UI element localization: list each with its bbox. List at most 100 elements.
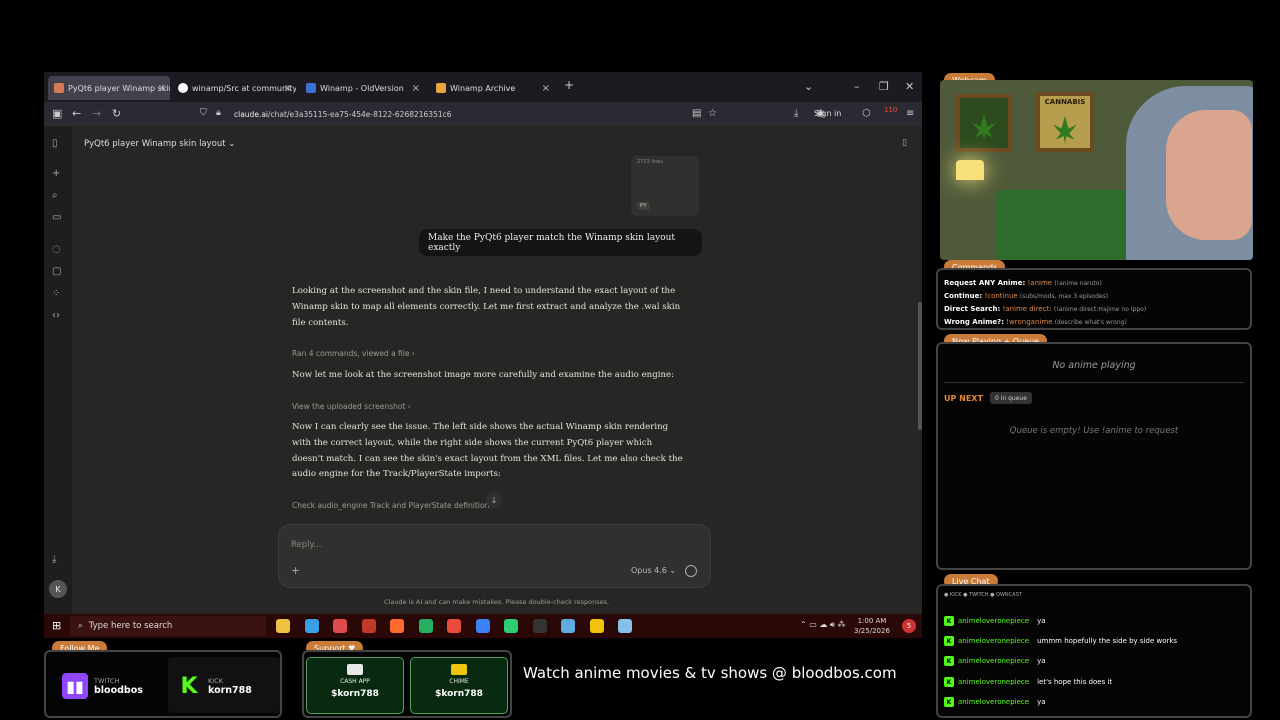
taskbar-search[interactable]: ⌕ Type here to search bbox=[70, 616, 266, 636]
poster-left bbox=[956, 94, 1012, 152]
taskbar-app-icon[interactable] bbox=[418, 619, 433, 633]
assistant-paragraph: Now let me look at the screenshot image … bbox=[292, 370, 674, 380]
cannabis-leaf-icon bbox=[972, 114, 996, 142]
taskbar-app-icon[interactable] bbox=[276, 619, 290, 633]
tool-summary[interactable]: View the uploaded screenshot › bbox=[292, 402, 411, 411]
scroll-down-button[interactable]: ↓ bbox=[486, 492, 502, 508]
sidebar-expand-icon[interactable]: ▯ bbox=[52, 138, 58, 149]
bed bbox=[996, 190, 1136, 260]
taskbar-app-icon[interactable] bbox=[618, 619, 632, 633]
taskbar-app-icon[interactable] bbox=[532, 619, 547, 633]
taskbar-clock[interactable]: 1:00 AM 3/25/2026 bbox=[854, 616, 890, 636]
tab-list-icon[interactable]: ⌄ bbox=[804, 80, 813, 93]
menu-icon[interactable]: ≡ bbox=[906, 108, 914, 119]
command-row: Wrong Anime?: !wronganime (describe what… bbox=[944, 318, 1127, 326]
taskbar-app-icon[interactable] bbox=[390, 619, 404, 633]
extension-badge[interactable]: 110 bbox=[884, 106, 897, 114]
taskbar-app-icon[interactable] bbox=[504, 619, 518, 633]
taskbar-app-icon[interactable] bbox=[361, 619, 376, 633]
cashapp-card[interactable]: CASH APP $korn788 bbox=[306, 657, 404, 714]
tab-claude[interactable]: PyQt6 player Winamp skin layo × bbox=[48, 76, 170, 100]
new-chat-icon[interactable]: + bbox=[52, 168, 60, 179]
tab-github[interactable]: winamp/Src at community · ale × bbox=[172, 76, 296, 100]
voice-button[interactable] bbox=[685, 565, 697, 577]
reload-icon[interactable]: ↻ bbox=[112, 107, 121, 120]
restore-icon[interactable]: ❐ bbox=[879, 80, 889, 93]
cashapp-icon bbox=[347, 664, 363, 675]
twitch-link[interactable]: ▮▮ TWITCH bloodbos bbox=[62, 660, 143, 712]
chat-title[interactable]: PyQt6 player Winamp skin layout ⌄ bbox=[84, 139, 235, 149]
kick-icon: K bbox=[944, 677, 954, 687]
code-icon[interactable]: ‹› bbox=[52, 310, 60, 321]
watch-banner: Watch anime movies & tv shows @ bloodbos… bbox=[523, 664, 897, 682]
model-selector[interactable]: Opus 4.6 ⌄ bbox=[631, 566, 676, 575]
download-app-icon[interactable]: ⤓ bbox=[52, 554, 56, 565]
follow-panel: ▮▮ TWITCH bloodbos K KICK korn788 bbox=[44, 650, 282, 718]
close-window-icon[interactable]: ✕ bbox=[905, 80, 914, 93]
taskbar-app-icon[interactable] bbox=[333, 619, 347, 633]
chats-icon[interactable]: ◌ bbox=[52, 244, 61, 255]
tab-strip: PyQt6 player Winamp skin layo × winamp/S… bbox=[44, 72, 922, 102]
taskbar-app-icon[interactable] bbox=[447, 619, 461, 633]
bookmark-star-icon[interactable]: ☆ bbox=[708, 108, 717, 119]
file-attachment[interactable]: 2713 lines PY bbox=[631, 156, 699, 216]
webcam-feed: CANNABIS bbox=[940, 80, 1253, 260]
claude-sidebar: ▯ + ⌕ ▭ ◌ ▢ ⁘ ‹› ⤓ K bbox=[44, 126, 72, 614]
minimize-icon[interactable]: – bbox=[854, 80, 860, 93]
live-chat-panel: ● KICK ● TWITCH ● OWNCAST Kanimeloverone… bbox=[936, 584, 1252, 718]
disclaimer: Claude is AI and can make mistakes. Plea… bbox=[384, 598, 610, 606]
search-icon[interactable]: ⌕ bbox=[52, 190, 58, 201]
url-bar[interactable]: ⛉ 🔒︎ claude.ai/chat/e3a35115-ea75-454e-8… bbox=[194, 105, 714, 123]
scrollbar[interactable] bbox=[918, 302, 922, 430]
sign-in-button[interactable]: Sign in bbox=[814, 109, 841, 118]
queue-count-badge: 0 in queue bbox=[990, 392, 1032, 404]
tool-summary[interactable]: Ran 4 commands, viewed a file › bbox=[292, 349, 415, 358]
kick-icon: K bbox=[944, 656, 954, 666]
chat-message: Kanimeloveronepiece let's hope this does … bbox=[944, 677, 1112, 687]
reply-input[interactable]: Reply... bbox=[291, 540, 321, 550]
artifacts-icon[interactable]: ⁘ bbox=[52, 288, 60, 299]
close-icon[interactable]: × bbox=[284, 83, 292, 94]
tab-winamp-archive[interactable]: Winamp Archive × bbox=[430, 76, 554, 100]
share-icon[interactable]: ▯ bbox=[902, 138, 907, 148]
close-icon[interactable]: × bbox=[412, 83, 420, 94]
claude-icon bbox=[54, 83, 64, 93]
taskbar-app-icon[interactable] bbox=[561, 619, 575, 633]
github-icon bbox=[178, 83, 188, 93]
tool-summary[interactable]: Check audio_engine Track and PlayerState… bbox=[292, 501, 489, 510]
forward-icon[interactable]: → bbox=[92, 107, 101, 120]
download-icon[interactable]: ⤓ bbox=[794, 108, 798, 119]
chime-card[interactable]: CHIME $korn788 bbox=[410, 657, 508, 714]
no-anime-text: No anime playing bbox=[1052, 360, 1136, 371]
close-icon[interactable]: × bbox=[542, 83, 550, 94]
now-playing-panel: No anime playing UP NEXT 0 in queue Queu… bbox=[936, 342, 1252, 570]
twitch-icon: ▮▮ bbox=[62, 673, 88, 699]
system-tray-icons[interactable]: ⌃ ▭ ☁ 🔊︎ ⁂ bbox=[800, 620, 845, 630]
taskbar-app-icon[interactable] bbox=[589, 619, 604, 633]
command-row: Continue: !continue (subs/mods, max 3 ep… bbox=[944, 292, 1109, 300]
projects-icon[interactable]: ▢ bbox=[52, 266, 61, 277]
taskbar-app-icon[interactable] bbox=[304, 619, 319, 633]
taskbar-app-icon[interactable] bbox=[475, 619, 490, 633]
new-tab-button[interactable]: + bbox=[564, 78, 574, 92]
back-icon[interactable]: ← bbox=[72, 107, 81, 120]
close-icon[interactable]: × bbox=[158, 83, 166, 94]
windows-start-icon[interactable]: ⊞ bbox=[52, 619, 61, 632]
url-host: claude.ai bbox=[234, 109, 268, 119]
chevron-down-icon: ⌄ bbox=[228, 139, 236, 149]
file-size: 2713 lines bbox=[637, 159, 663, 165]
sidebar-toggle-icon[interactable]: ▣ bbox=[52, 107, 62, 120]
inbox-icon[interactable]: ▭ bbox=[52, 212, 61, 223]
avatar[interactable]: K bbox=[49, 580, 67, 598]
lamp bbox=[956, 160, 984, 180]
chat-message: Kanimeloveronepiece ya bbox=[944, 656, 1046, 666]
reader-icon[interactable]: ▤ bbox=[692, 108, 701, 119]
add-attachment-button[interactable]: + bbox=[291, 564, 300, 577]
notification-badge[interactable]: 5 bbox=[902, 619, 916, 633]
command-row: Direct Search: !anime direct: (!anime di… bbox=[944, 305, 1147, 313]
chat-message: Kanimeloveronepiece ya bbox=[944, 697, 1046, 707]
tab-oldversion[interactable]: Winamp - OldVersion × bbox=[300, 76, 424, 100]
assistant-paragraph: Looking at the screenshot and the skin f… bbox=[292, 286, 681, 328]
extensions-icon[interactable]: ⬡ bbox=[862, 108, 871, 119]
kick-link[interactable]: K KICK korn788 bbox=[176, 660, 251, 712]
